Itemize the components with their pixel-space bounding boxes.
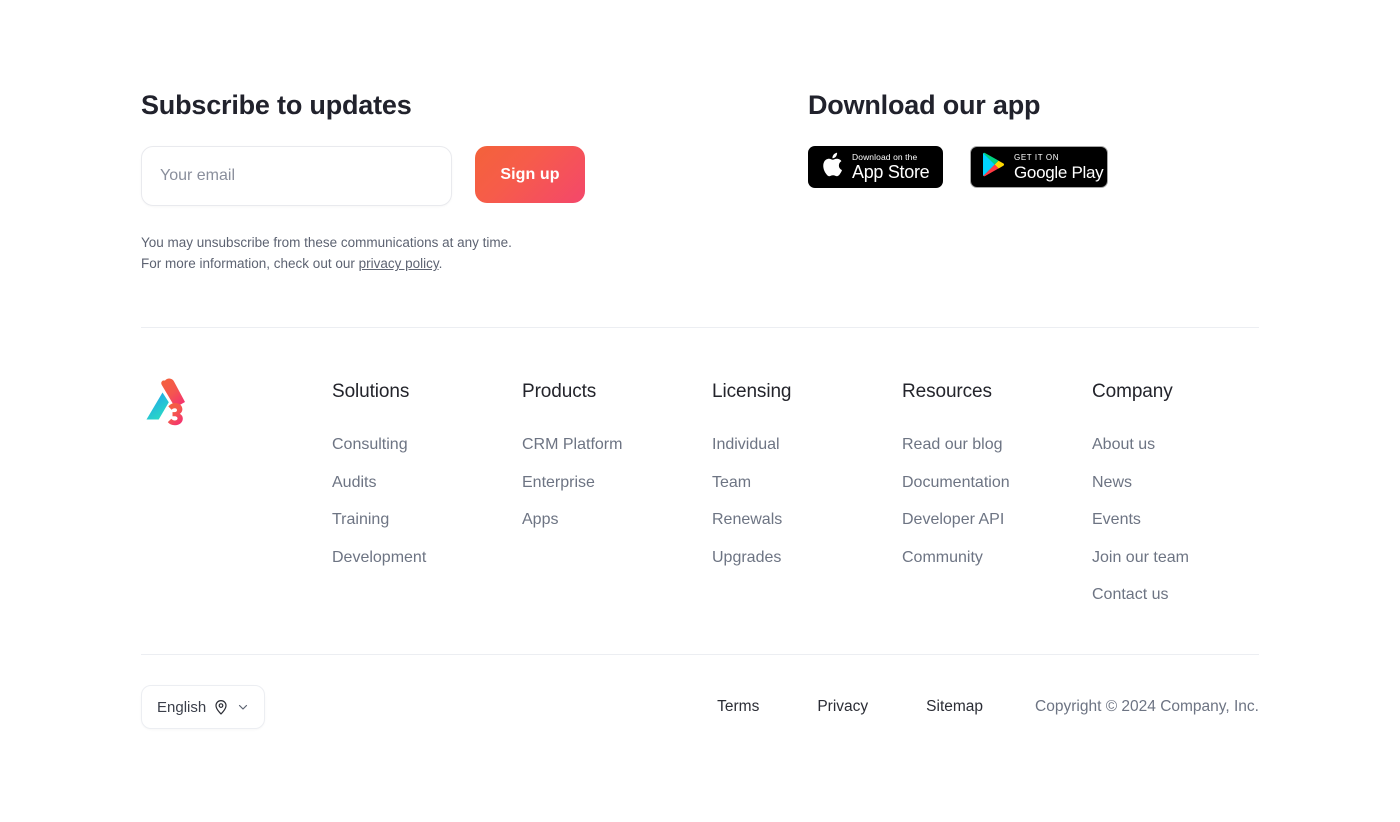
app-store-badge-text: Download on the App Store [852,151,930,183]
disclaimer-line-1: You may unsubscribe from these communica… [141,235,512,250]
language-selector[interactable]: English [141,685,266,729]
download-heading: Download our app [808,90,1041,120]
footer-link-read-our-blog[interactable]: Read our blog [902,426,1092,464]
copyright-text: Copyright © 2024 Company, Inc. [1035,698,1259,715]
footer-link-upgrades[interactable]: Upgrades [712,539,902,577]
footer-column-title: Company [1092,381,1173,402]
google-play-badge-text: GET IT ON Google Play [1014,152,1104,182]
company-a3-logo-icon [146,378,185,426]
signup-button[interactable]: Sign up [475,146,585,203]
footer-column-company: Company About us News Events Join our te… [1092,379,1189,614]
footer-link-consulting[interactable]: Consulting [332,426,522,464]
footer-link-crm-platform[interactable]: CRM Platform [522,426,712,464]
app-store-small-text: Download on the [852,151,918,162]
footer-link-enterprise[interactable]: Enterprise [522,464,712,502]
footer-link-team[interactable]: Team [712,464,902,502]
chevron-down-icon [237,701,249,713]
subscribe-heading: Subscribe to updates [141,90,412,120]
subscribe-form: Sign up [141,146,808,206]
footer-column-licensing: Licensing Individual Team Renewals Upgra… [712,379,902,614]
footer-link-community[interactable]: Community [902,539,1092,577]
footer-link-documentation[interactable]: Documentation [902,464,1092,502]
disclaimer-line-2: For more information, check out our priv… [141,253,808,274]
download-column: Download our app Download on the App Sto… [808,88,1259,274]
footer-column-title: Resources [902,381,992,402]
footer-link-audits[interactable]: Audits [332,464,522,502]
legal-links-group: Terms Privacy Sitemap Copyright © 2024 C… [717,698,1259,716]
footer-link-development[interactable]: Development [332,539,522,577]
footer-link-contact-us[interactable]: Contact us [1092,576,1189,614]
top-section: Subscribe to updates Sign up You may uns… [141,88,1259,274]
legal-link-sitemap[interactable]: Sitemap [926,698,983,716]
google-play-big-text: Google Play [1014,162,1104,182]
privacy-policy-link[interactable]: privacy policy [359,256,439,271]
google-play-icon [982,152,1005,182]
footer-column-solutions: Solutions Consulting Audits Training Dev… [332,379,522,614]
app-store-badge[interactable]: Download on the App Store [808,146,943,188]
google-play-small-text: GET IT ON [1014,152,1060,162]
company-logo[interactable] [141,372,197,428]
footer-bottom-bar: English Terms Privacy Sitemap Copyright … [141,685,1259,729]
footer-link-developer-api[interactable]: Developer API [902,501,1092,539]
footer-link-join-our-team[interactable]: Join our team [1092,539,1189,577]
subscribe-disclaimer: You may unsubscribe from these communica… [141,232,808,274]
email-input[interactable] [141,146,452,206]
divider-bottom [141,654,1259,655]
disclaimer-line-2-suffix: . [438,256,443,271]
footer-link-apps[interactable]: Apps [522,501,712,539]
app-store-big-text: App Store [852,162,930,183]
divider-top [141,327,1259,328]
subscribe-column: Subscribe to updates Sign up You may uns… [141,88,808,274]
legal-link-privacy[interactable]: Privacy [817,698,868,716]
footer-link-news[interactable]: News [1092,464,1189,502]
footer-column-title: Solutions [332,381,410,402]
footer-link-renewals[interactable]: Renewals [712,501,902,539]
apple-icon [821,152,843,183]
footer-column-products: Products CRM Platform Enterprise Apps [522,379,712,614]
footer-column-resources: Resources Read our blog Documentation De… [902,379,1092,614]
location-pin-icon [213,699,229,716]
footer-column-title: Licensing [712,381,792,402]
footer-column-title: Products [522,381,597,402]
legal-link-terms[interactable]: Terms [717,698,759,716]
store-badges: Download on the App Store GET IT ON Goog… [808,146,1259,188]
footer-link-individual[interactable]: Individual [712,426,902,464]
footer-link-training[interactable]: Training [332,501,522,539]
footer-nav-columns: Solutions Consulting Audits Training Dev… [332,379,1189,614]
footer-link-about-us[interactable]: About us [1092,426,1189,464]
footer-page: Subscribe to updates Sign up You may uns… [0,0,1400,822]
language-selector-label: English [157,698,207,716]
disclaimer-line-2-prefix: For more information, check out our [141,256,359,271]
footer-link-events[interactable]: Events [1092,501,1189,539]
google-play-badge[interactable]: GET IT ON Google Play [970,146,1108,188]
